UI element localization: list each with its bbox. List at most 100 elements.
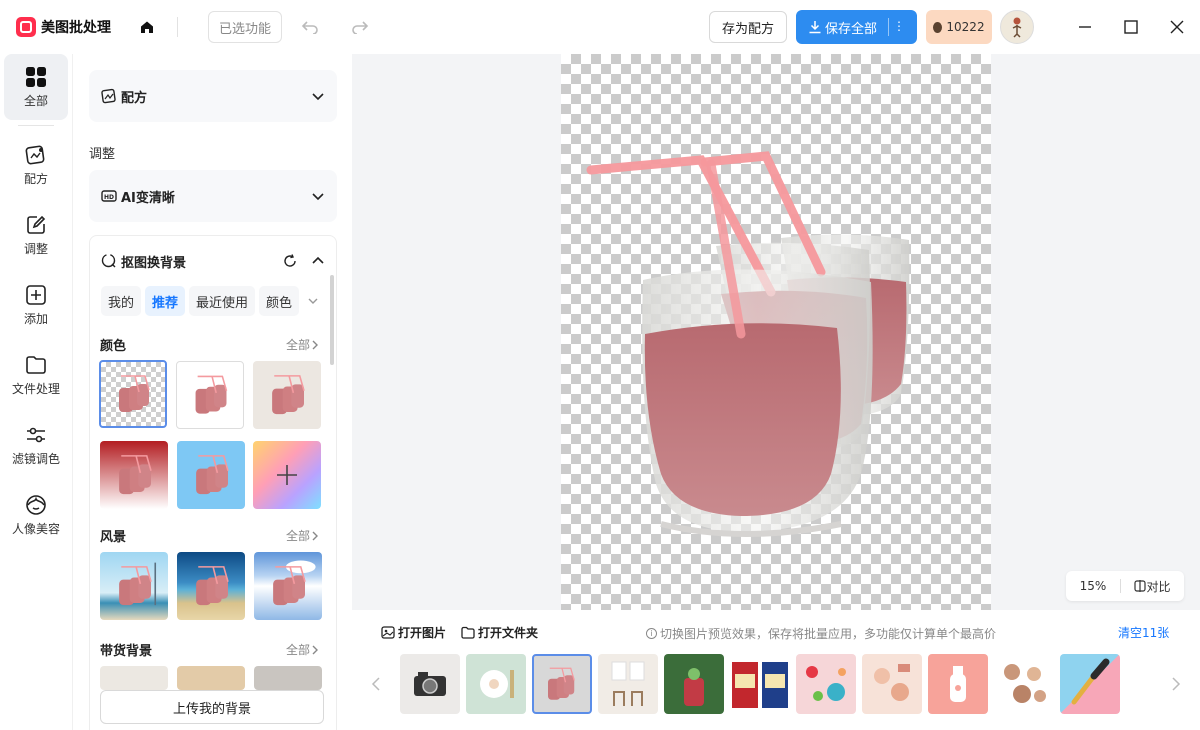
bg-option-seaside-windmill[interactable]	[100, 552, 168, 620]
coins-count: 10222	[946, 20, 985, 34]
tab-mine[interactable]: 我的	[101, 286, 142, 316]
see-all-scenery[interactable]: 全部	[286, 527, 320, 544]
refresh-icon[interactable]	[283, 254, 297, 268]
bg-option-white[interactable]	[176, 361, 244, 429]
nav-label: 文件处理	[11, 381, 60, 396]
divider	[888, 18, 889, 36]
image-canvas[interactable]	[561, 54, 991, 610]
strip-thumb-drink[interactable]	[664, 654, 724, 714]
selected-features-button[interactable]: 已选功能	[208, 11, 283, 43]
matting-icon	[101, 253, 117, 269]
bg-option-product-3[interactable]	[254, 666, 322, 690]
bg-option-transparent[interactable]	[99, 360, 167, 428]
info-icon: i	[646, 628, 657, 639]
add-icon	[26, 284, 46, 305]
ai-enhance-card[interactable]: HD AI变清晰	[89, 170, 337, 222]
nav-item-add[interactable]: 添加	[4, 272, 68, 338]
upload-background-button[interactable]: 上传我的背景	[100, 690, 324, 724]
chevron-left-icon[interactable]	[366, 674, 386, 694]
strip-thumb-cosmetics[interactable]	[862, 654, 922, 714]
strip-thumb-brush[interactable]	[1060, 654, 1120, 714]
nav-label: 滤镜调色	[11, 451, 60, 466]
see-all-product[interactable]: 全部	[286, 641, 320, 658]
bg-option-beach[interactable]	[177, 552, 245, 620]
avatar[interactable]	[1000, 10, 1034, 44]
grid-icon	[26, 66, 46, 87]
category-title-product: 带货背景	[100, 644, 153, 659]
recipe-card[interactable]: 配方	[89, 70, 337, 122]
strip-thumb-toys[interactable]	[796, 654, 856, 714]
nav-label: 添加	[23, 311, 48, 326]
nav-item-all[interactable]: 全部	[4, 54, 68, 120]
see-all-label: 全部	[285, 529, 310, 543]
custom-color-add-icon[interactable]	[253, 441, 321, 509]
nav-item-portrait[interactable]: 人像美容	[4, 482, 68, 548]
see-all-label: 全部	[285, 643, 310, 657]
open-image-label: 打开图片	[398, 626, 447, 640]
app-logo-icon	[16, 17, 36, 37]
bg-option-sky-clouds[interactable]	[254, 552, 322, 620]
maximize-icon[interactable]	[1108, 0, 1154, 54]
undo-icon[interactable]	[298, 15, 322, 39]
open-folder-button[interactable]: 打开文件夹	[461, 624, 538, 641]
image-add-icon	[381, 626, 395, 639]
strip-thumb-camera[interactable]	[400, 654, 460, 714]
background-tabs: 我的 推荐 最近使用 颜色	[101, 286, 323, 316]
compare-button[interactable]: 对比	[1121, 578, 1184, 595]
strip-thumb-plate[interactable]	[466, 654, 526, 714]
ai-enhance-title: AI变清晰	[121, 190, 175, 206]
strip-thumb-bottle[interactable]	[928, 654, 988, 714]
nav-item-file[interactable]: 文件处理	[4, 342, 68, 408]
chevron-down-icon[interactable]	[311, 89, 325, 103]
chevron-up-icon[interactable]	[311, 254, 325, 268]
tab-color[interactable]: 颜色	[259, 286, 300, 316]
strip-thumb-smoothie[interactable]	[532, 654, 592, 714]
chevron-down-icon[interactable]	[311, 189, 325, 203]
bg-option-beige[interactable]	[253, 361, 321, 429]
zoom-level[interactable]: 15%	[1066, 579, 1120, 593]
chevron-right-icon[interactable]	[1166, 674, 1186, 694]
nav-item-adjust[interactable]: 调整	[4, 202, 68, 268]
tab-recommended[interactable]: 推荐	[145, 286, 186, 316]
redo-icon[interactable]	[348, 15, 372, 39]
download-icon	[809, 21, 821, 34]
smoothie-glasses-image	[586, 151, 910, 537]
open-image-button[interactable]: 打开图片	[381, 624, 446, 641]
home-icon[interactable]	[137, 17, 157, 37]
chevron-down-icon[interactable]	[303, 286, 323, 316]
nav-item-filter[interactable]: 滤镜调色	[4, 412, 68, 478]
matting-title: 抠图换背景	[121, 255, 187, 271]
chevron-right-icon	[312, 531, 318, 540]
bg-option-product-1[interactable]	[100, 666, 168, 690]
panel-scrollbar[interactable]	[330, 275, 334, 365]
sliders-icon	[27, 427, 45, 442]
app-logo: 美图批处理	[16, 17, 111, 37]
strip-thumb-room[interactable]	[598, 654, 658, 714]
tab-recent[interactable]: 最近使用	[189, 286, 256, 316]
see-all-color[interactable]: 全部	[286, 336, 320, 353]
face-icon	[26, 494, 46, 515]
strip-thumb-makeup[interactable]	[994, 654, 1054, 714]
nav-label: 全部	[23, 93, 48, 108]
app-title: 美图批处理	[41, 20, 111, 36]
minimize-icon[interactable]	[1062, 0, 1108, 54]
bg-option-light-blue[interactable]	[177, 441, 245, 509]
nav-label: 人像美容	[11, 521, 60, 536]
save-recipe-button[interactable]: 存为配方	[708, 11, 787, 43]
clear-all-link[interactable]: 清空11张	[1118, 624, 1169, 641]
save-all-button[interactable]: 保存全部 ⋮	[796, 10, 917, 44]
close-icon[interactable]	[1154, 0, 1200, 54]
open-folder-label: 打开文件夹	[478, 626, 539, 640]
bg-option-product-2[interactable]	[177, 666, 245, 690]
title-bar: 美图批处理 已选功能 存为配方 保存全部 ⋮ 10222	[0, 0, 1200, 54]
divider	[18, 125, 54, 126]
coins-badge[interactable]: 10222	[926, 10, 992, 44]
save-all-label: 保存全部	[825, 21, 878, 37]
nav-item-recipe[interactable]: 配方	[4, 132, 68, 198]
batch-hint-text: 切换图片预览效果，保存将批量应用，多功能仅计算单个最高价	[660, 627, 997, 641]
more-options-icon[interactable]: ⋮	[893, 19, 905, 33]
bg-option-red-gradient[interactable]	[100, 441, 168, 509]
chevron-right-icon	[312, 340, 318, 349]
nav-label: 配方	[23, 171, 48, 186]
strip-thumb-snacks[interactable]	[730, 654, 790, 714]
